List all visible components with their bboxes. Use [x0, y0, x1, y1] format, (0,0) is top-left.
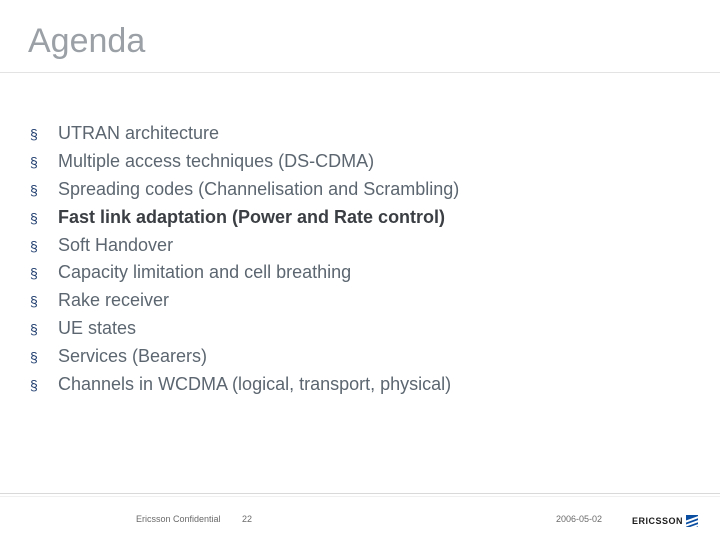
list-item: § Channels in WCDMA (logical, transport,…	[30, 371, 680, 399]
ericsson-icon	[686, 515, 698, 527]
footer-page-number: 22	[242, 514, 252, 524]
list-item-label: Spreading codes (Channelisation and Scra…	[58, 176, 459, 204]
list-item-label: UE states	[58, 315, 136, 343]
list-item-label: Multiple access techniques (DS-CDMA)	[58, 148, 374, 176]
bullet-icon: §	[30, 124, 58, 146]
bullet-icon: §	[30, 347, 58, 369]
bullet-icon: §	[30, 291, 58, 313]
footer-divider	[0, 496, 720, 497]
list-item: § Multiple access techniques (DS-CDMA)	[30, 148, 680, 176]
bullet-icon: §	[30, 375, 58, 397]
list-item-label: UTRAN architecture	[58, 120, 219, 148]
bullet-icon: §	[30, 263, 58, 285]
list-item: § Services (Bearers)	[30, 343, 680, 371]
list-item: § UE states	[30, 315, 680, 343]
list-item: § Spreading codes (Channelisation and Sc…	[30, 176, 680, 204]
title-divider	[0, 72, 720, 73]
list-item: § Soft Handover	[30, 232, 680, 260]
list-item: § Fast link adaptation (Power and Rate c…	[30, 204, 680, 232]
list-item-label: Services (Bearers)	[58, 343, 207, 371]
list-item-label: Rake receiver	[58, 287, 169, 315]
footer-confidential: Ericsson Confidential	[136, 514, 221, 524]
list-item-label: Channels in WCDMA (logical, transport, p…	[58, 371, 451, 399]
list-item-label: Capacity limitation and cell breathing	[58, 259, 351, 287]
list-item-label: Fast link adaptation (Power and Rate con…	[58, 204, 445, 232]
bullet-icon: §	[30, 152, 58, 174]
brand-logo: ERICSSON	[632, 515, 698, 527]
list-item: § UTRAN architecture	[30, 120, 680, 148]
list-item: § Rake receiver	[30, 287, 680, 315]
list-item-label: Soft Handover	[58, 232, 173, 260]
agenda-list: § UTRAN architecture § Multiple access t…	[30, 120, 680, 399]
list-item: § Capacity limitation and cell breathing	[30, 259, 680, 287]
bullet-icon: §	[30, 180, 58, 202]
footer: Ericsson Confidential 22 2006-05-02	[0, 506, 720, 524]
footer-divider	[0, 493, 720, 494]
footer-date: 2006-05-02	[556, 514, 602, 524]
brand-name: ERICSSON	[632, 516, 683, 526]
bullet-icon: §	[30, 236, 58, 258]
bullet-icon: §	[30, 208, 58, 230]
page-title: Agenda	[28, 22, 145, 61]
bullet-icon: §	[30, 319, 58, 341]
slide: Agenda § UTRAN architecture § Multiple a…	[0, 0, 720, 540]
